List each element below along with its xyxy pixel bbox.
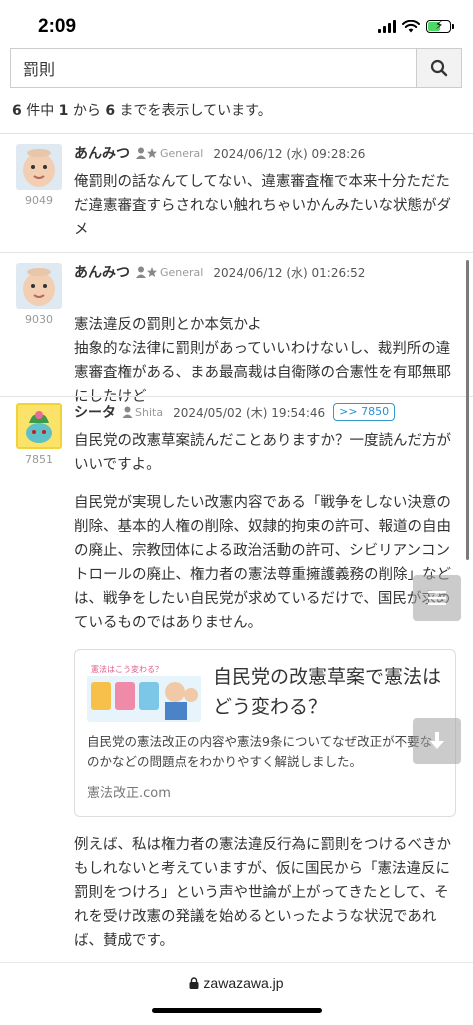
post-date[interactable]: 2024/06/12 (水) 09:28:26 [213,145,365,162]
reply-link-badge[interactable]: >> 7850 [333,403,396,421]
author-name[interactable]: あんみつ [74,262,130,282]
post-date[interactable]: 2024/05/02 (木) 19:54:46 [173,404,325,421]
post-paragraph: 自民党が実現したい改憲内容である「戦争をしない決意の削除、基本的人権の削除、奴隷… [74,495,451,631]
lock-icon [189,977,199,989]
post-paragraph: 自民党の改憲草案読んだことありますか？一度読んだ方がいいですよ。 [74,433,451,473]
divider [0,252,473,253]
link-preview-card[interactable]: 憲法はこう変わる？ 自民党の改憲草案で憲法はどう変わる？ 自民党の憲法改正の内容… [74,649,456,817]
search-button[interactable] [416,48,462,88]
results-total: 6 [12,103,22,119]
post-paragraph: 憲法違反の罰則とか本気かよ 抽象的な法律に罰則があっていいわけないし、裁判所の違… [74,317,451,405]
card-description: 自民党の憲法改正の内容や憲法9条についてなぜ改正が不要なのかなどの問題点をわかり… [87,734,433,769]
post-date[interactable]: 2024/06/12 (水) 01:26:52 [213,264,365,281]
user-icon [122,406,133,418]
post-header: あんみつ General 2024/06/12 (水) 09:28:26 [74,144,460,162]
status-icons: ⚡ [378,18,454,33]
avatar[interactable] [16,144,62,190]
post-text: 自民党の改憲草案読んだことありますか？一度読んだ方がいいですよ。 自民党が実現し… [74,429,460,953]
wifi-icon [402,19,420,32]
results-text-1: 件中 [21,103,59,119]
post-header: シータ Shita 2024/05/02 (木) 19:54:46 >> 785… [74,403,460,421]
search-input[interactable] [10,48,416,88]
avatar[interactable] [16,263,62,309]
arrow-down-icon [430,732,444,749]
user-star-icon [136,266,157,278]
post-body: シータ Shita 2024/05/02 (木) 19:54:46 >> 785… [74,403,460,967]
battery-icon: ⚡ [426,18,454,33]
scrollbar[interactable] [466,260,469,560]
results-text-2: から [68,103,106,119]
search-bar [10,48,462,90]
divider [0,396,473,397]
menu-icon [428,591,446,605]
author-name[interactable]: シータ [74,402,116,422]
menu-button[interactable] [413,575,461,621]
url-display[interactable]: zawazawa.jp [0,975,473,991]
post-body: あんみつ General 2024/06/12 (水) 09:28:26 俺罰則… [74,144,460,256]
post-paragraph: 例えば、私は権力者の憲法違反行為に罰則をつけるべきかもしれないと考えていますが、… [74,837,451,949]
results-count: 6 件中 1 から 6 までを表示しています。 [12,100,272,120]
results-text-3: までを表示しています。 [115,103,272,119]
post-avatar-column: 9049 [16,144,62,207]
user-rank: General [160,146,204,160]
user-star-icon [136,147,157,159]
results-to: 6 [105,103,116,119]
post-header: あんみつ General 2024/06/12 (水) 01:26:52 [74,263,460,281]
status-time: 2:09 [38,16,77,37]
post-avatar-column: 9030 [16,263,62,326]
status-bar: 2:09 ⚡ [0,0,473,52]
user-rank: General [160,265,204,279]
card-thumbnail: 憲法はこう変わる？ [87,662,201,722]
author-name[interactable]: あんみつ [74,143,130,163]
divider [0,133,473,134]
card-thumb-label: 憲法はこう変わる？ [91,664,163,674]
home-indicator[interactable] [152,1008,322,1013]
user-id: 9049 [25,194,53,207]
search-icon [430,59,448,77]
user-handle: Shita [135,405,164,419]
url-text: zawazawa.jp [203,975,284,991]
user-id: 7851 [25,453,53,466]
avatar[interactable] [16,403,62,449]
post-avatar-column: 7851 [16,403,62,466]
browser-address-bar[interactable]: zawazawa.jp [0,962,473,1025]
card-header: 憲法はこう変わる？ 自民党の改憲草案で憲法はどう変わる？ [87,662,443,722]
scroll-down-button[interactable] [413,718,461,764]
card-title: 自民党の改憲草案で憲法はどう変わる？ [213,666,442,718]
post-paragraph: 俺罰則の話なんてしてない、違憲審査権で本来十分ただただ違憲審査すらされない触れち… [74,174,451,238]
results-from: 1 [58,103,69,119]
post-text: 俺罰則の話なんてしてない、違憲審査権で本来十分ただただ違憲審査すらされない触れち… [74,170,460,242]
signal-icon [378,19,396,33]
user-id: 9030 [25,313,53,326]
card-domain: 憲法改正.com [87,786,171,801]
